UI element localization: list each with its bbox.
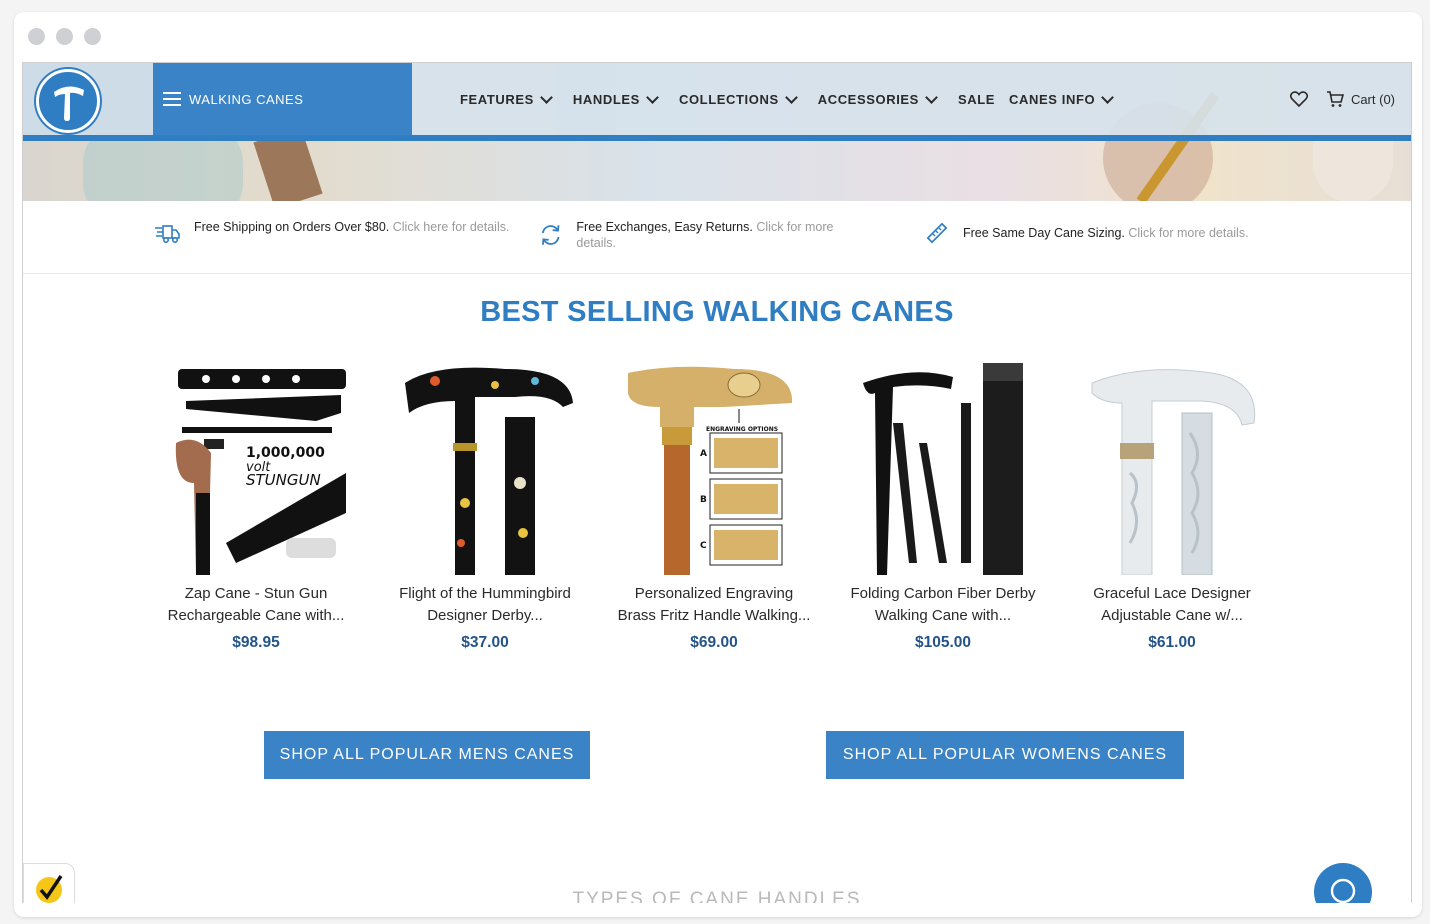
cart-icon [1326,91,1344,107]
product-name[interactable]: Flight of the Hummingbird Designer Derby… [370,583,600,627]
benefit-text: Free Shipping on Orders Over $80. Click … [194,219,509,235]
product-image[interactable] [395,363,575,575]
product-card[interactable]: Folding Carbon Fiber Derby Walking Cane … [828,363,1058,652]
chat-button[interactable] [1314,863,1372,903]
product-name[interactable]: Graceful Lace Designer Adjustable Cane w… [1057,583,1287,627]
menu-item-accessories[interactable]: ACCESSORIES [817,90,938,107]
product-card[interactable]: Graceful Lace Designer Adjustable Cane w… [1057,363,1287,652]
site-logo[interactable] [36,69,100,133]
close-dot[interactable] [28,28,45,45]
image-text: STUNGUN [246,471,321,489]
cart-label: Cart (0) [1350,91,1395,107]
product-card[interactable]: 1,000,000 volt STUNGUN Zap Cane - Stun G… [141,363,371,652]
category-menu-button[interactable]: WALKING CANES [153,63,412,135]
menu-label: COLLECTIONS [678,91,779,107]
category-menu-label: WALKING CANES [189,91,304,107]
product-price: $105.00 [914,634,972,651]
product-name-line: Walking Cane with... [874,607,1012,624]
menu-item-features[interactable]: FEATURES [460,90,553,107]
chevron-down-icon [1101,90,1115,104]
menu-label: CANES INFO [1009,91,1096,107]
web-page: WALKING CANES FEATURES HANDLES COLLECTIO… [22,62,1412,903]
product-name[interactable]: Zap Cane - Stun Gun Rechargeable Cane wi… [141,583,371,627]
benefit-sub: Click for more details. [1128,226,1249,240]
benefit-sizing[interactable]: Free Same Day Cane Sizing. Click for mor… [925,222,1325,245]
menu-label: SALE [957,91,996,107]
minimize-dot[interactable] [56,28,73,45]
product-name-line: Folding Carbon Fiber Derby [850,585,1036,602]
types-of-handles-title: TYPES OF CANE HANDLES [572,889,862,903]
menu-item-handles[interactable]: HANDLES [572,90,659,107]
product-name[interactable]: Personalized Engraving Brass Fritz Handl… [599,583,829,627]
product-price: $69.00 [690,634,738,651]
benefit-shipping[interactable]: Free Shipping on Orders Over $80. Click … [154,219,514,245]
chevron-down-icon [540,90,553,104]
product-name-line: Adjustable Cane w/... [1101,607,1243,624]
benefit-main: Free Same Day Cane Sizing. [963,226,1125,240]
menu-label: FEATURES [460,91,534,107]
checkmark-icon [36,875,63,903]
image-text: B [700,495,707,505]
chevron-down-icon [925,90,938,104]
ruler-icon [926,222,948,244]
product-price: $37.00 [461,634,509,651]
delivery-truck-icon [155,225,180,244]
product-price: $98.95 [232,634,280,651]
image-text: ENGRAVING OPTIONS [706,426,778,433]
product-name-line: Brass Fritz Handle Walking... [617,607,811,624]
benefit-text: Free Same Day Cane Sizing. Click for mor… [963,225,1249,241]
logo-area [23,63,153,135]
image-text: 1,000,000 [246,445,325,461]
menu-item-collections[interactable]: COLLECTIONS [678,90,798,107]
benefit-exchanges[interactable]: Free Exchanges, Easy Returns. Click for … [539,219,869,251]
benefit-text: Free Exchanges, Easy Returns. Click for … [576,219,869,251]
benefits-bar: Free Shipping on Orders Over $80. Click … [23,201,1411,274]
image-text: A [700,449,707,459]
maximize-dot[interactable] [84,28,101,45]
benefit-sub: Click here for details. [392,220,510,234]
product-name[interactable]: Folding Carbon Fiber Derby Walking Cane … [828,583,1058,627]
chat-bubble-icon [1330,878,1356,903]
benefit-main: Free Exchanges, Easy Returns. [576,220,753,234]
main-navbar: WALKING CANES FEATURES HANDLES COLLECTIO… [23,63,1411,141]
chevron-down-icon [784,90,798,104]
product-image[interactable]: ENGRAVING OPTIONS A B C [624,363,804,575]
product-name-line: Designer Derby... [427,607,543,624]
menu-label: HANDLES [572,91,640,107]
trust-badge[interactable] [23,863,75,903]
heart-icon[interactable] [1289,91,1308,107]
product-price: $61.00 [1148,634,1196,651]
chevron-down-icon [646,90,659,104]
menu-item-sale[interactable]: SALE [958,92,995,107]
product-image[interactable] [1082,363,1262,576]
product-name-line: Personalized Engraving [634,585,794,602]
product-name-line: Graceful Lace Designer [1093,585,1251,602]
product-image[interactable] [853,363,1033,575]
product-name-line: Rechargeable Cane with... [167,607,345,624]
shop-mens-canes-button[interactable]: SHOP ALL POPULAR MENS CANES [264,731,590,779]
product-name-line: Zap Cane - Stun Gun [184,585,328,602]
exchange-arrows-icon [542,225,560,245]
browser-window: WALKING CANES FEATURES HANDLES COLLECTIO… [14,12,1422,917]
hamburger-icon [163,92,181,106]
product-card[interactable]: Flight of the Hummingbird Designer Derby… [370,363,600,652]
main-menu: FEATURES HANDLES COLLECTIONS ACCESSORIES… [460,63,1134,135]
menu-item-canes-info[interactable]: CANES INFO [1009,90,1115,107]
benefit-main: Free Shipping on Orders Over $80. [194,220,390,234]
best-selling-title: BEST SELLING WALKING CANES [480,296,954,328]
image-text: C [700,541,707,551]
menu-label: ACCESSORIES [817,91,919,107]
product-card[interactable]: ENGRAVING OPTIONS A B C Personalized Eng… [599,363,829,652]
product-image[interactable]: 1,000,000 volt STUNGUN [166,363,346,575]
product-name-line: Flight of the Hummingbird [399,585,571,602]
cart-button[interactable]: Cart (0) [1326,90,1395,108]
product-grid: 1,000,000 volt STUNGUN Zap Cane - Stun G… [141,363,1291,683]
header-tools: Cart (0) [1289,63,1395,135]
shop-womens-canes-button[interactable]: SHOP ALL POPULAR WOMENS CANES [826,731,1184,779]
